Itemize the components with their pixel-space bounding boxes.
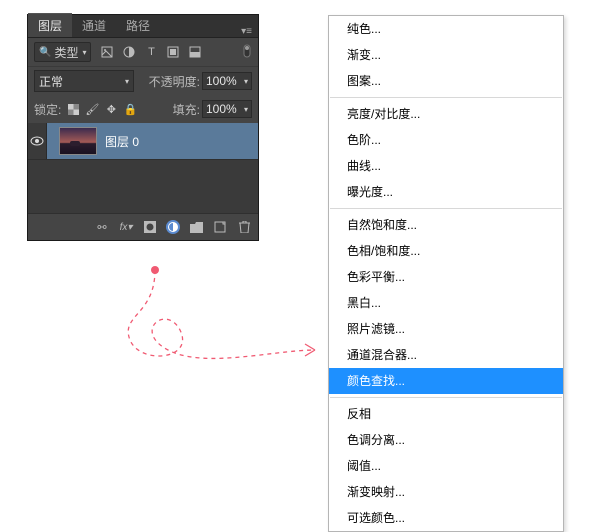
menu-item[interactable]: 通道混合器... (329, 342, 563, 368)
panel-menu-icon[interactable]: ▾≡ (241, 26, 258, 37)
menu-item[interactable]: 图案... (329, 68, 563, 94)
tab-layers[interactable]: 图层 (28, 13, 72, 37)
lock-label: 锁定: (34, 101, 61, 118)
menu-item[interactable]: 曲线... (329, 153, 563, 179)
search-icon: 🔍 (39, 47, 51, 58)
layers-list: 图层 0 (28, 123, 258, 213)
chevron-down-icon: ▾ (125, 77, 129, 86)
type-filter-icon[interactable]: T (143, 44, 159, 60)
new-layer-icon[interactable] (212, 219, 228, 235)
opacity-input[interactable]: 100% ▾ (202, 72, 252, 90)
menu-separator (330, 397, 562, 398)
chevron-down-icon: ▾ (82, 48, 86, 57)
layer-name[interactable]: 图层 0 (105, 133, 139, 150)
tab-paths[interactable]: 路径 (116, 14, 160, 37)
lock-position-icon[interactable]: ✥ (104, 102, 118, 116)
menu-item[interactable]: 色调分离... (329, 427, 563, 453)
panel-footer: ⚯ fx▾ (28, 213, 258, 240)
fx-icon[interactable]: fx▾ (118, 219, 134, 235)
layer-row[interactable]: 图层 0 (28, 123, 258, 160)
chevron-down-icon: ▾ (244, 105, 248, 114)
adjustment-layer-icon[interactable] (166, 220, 180, 234)
menu-item[interactable]: 色阶... (329, 127, 563, 153)
menu-separator (330, 208, 562, 209)
mask-icon[interactable] (142, 219, 158, 235)
blend-mode-select[interactable]: 正常 ▾ (34, 70, 134, 92)
filter-kind-select[interactable]: 🔍 类型 ▾ (34, 42, 91, 62)
menu-item[interactable]: 可选颜色... (329, 505, 563, 531)
fill-value: 100% (206, 102, 237, 116)
blend-row: 正常 ▾ 不透明度: 100% ▾ (28, 67, 258, 95)
fill-input[interactable]: 100% ▾ (202, 100, 252, 118)
menu-separator (330, 97, 562, 98)
blend-mode-value: 正常 (39, 73, 63, 90)
trash-icon[interactable] (236, 219, 252, 235)
lock-row: 锁定: 🖌 ✥ 🔒 填充: 100% ▾ (28, 95, 258, 123)
menu-item[interactable]: 渐变... (329, 42, 563, 68)
menu-item[interactable]: 颜色查找... (329, 368, 563, 394)
lock-all-icon[interactable]: 🔒 (123, 102, 137, 116)
smart-filter-icon[interactable] (187, 44, 203, 60)
panel-tabs: 图层 通道 路径 ▾≡ (28, 15, 258, 38)
menu-item[interactable]: 色相/饱和度... (329, 238, 563, 264)
filter-kind-label: 类型 (54, 44, 78, 61)
filter-icons: T (99, 44, 203, 60)
menu-item[interactable]: 自然饱和度... (329, 212, 563, 238)
opacity-value: 100% (206, 74, 237, 88)
opacity-label: 不透明度: (149, 73, 200, 90)
menu-item[interactable]: 亮度/对比度... (329, 101, 563, 127)
menu-item[interactable]: 色彩平衡... (329, 264, 563, 290)
menu-item[interactable]: 反相 (329, 401, 563, 427)
adjustment-context-menu: 纯色...渐变...图案... 亮度/对比度...色阶...曲线...曝光度...… (328, 15, 564, 532)
layers-panel: 图层 通道 路径 ▾≡ 🔍 类型 ▾ T 正常 ▾ 不透明度: (27, 14, 259, 241)
layer-thumbnail[interactable] (59, 127, 97, 155)
filter-toggle[interactable] (242, 44, 252, 61)
menu-item[interactable]: 照片滤镜... (329, 316, 563, 342)
shape-filter-icon[interactable] (165, 44, 181, 60)
menu-item[interactable]: 曝光度... (329, 179, 563, 205)
menu-item[interactable]: 阈值... (329, 453, 563, 479)
annotation-arrow (100, 255, 330, 375)
chevron-down-icon: ▾ (244, 77, 248, 86)
filter-row: 🔍 类型 ▾ T (28, 38, 258, 67)
menu-item[interactable]: 渐变映射... (329, 479, 563, 505)
visibility-toggle[interactable] (28, 123, 47, 159)
lock-transparent-icon[interactable] (66, 102, 80, 116)
menu-item[interactable]: 纯色... (329, 16, 563, 42)
group-icon[interactable] (188, 219, 204, 235)
menu-item[interactable]: 黑白... (329, 290, 563, 316)
fill-label: 填充: (173, 101, 200, 118)
link-icon[interactable]: ⚯ (94, 219, 110, 235)
tab-channels[interactable]: 通道 (72, 14, 116, 37)
adjustment-filter-icon[interactable] (121, 44, 137, 60)
image-filter-icon[interactable] (99, 44, 115, 60)
lock-pixels-icon[interactable]: 🖌 (85, 102, 99, 116)
